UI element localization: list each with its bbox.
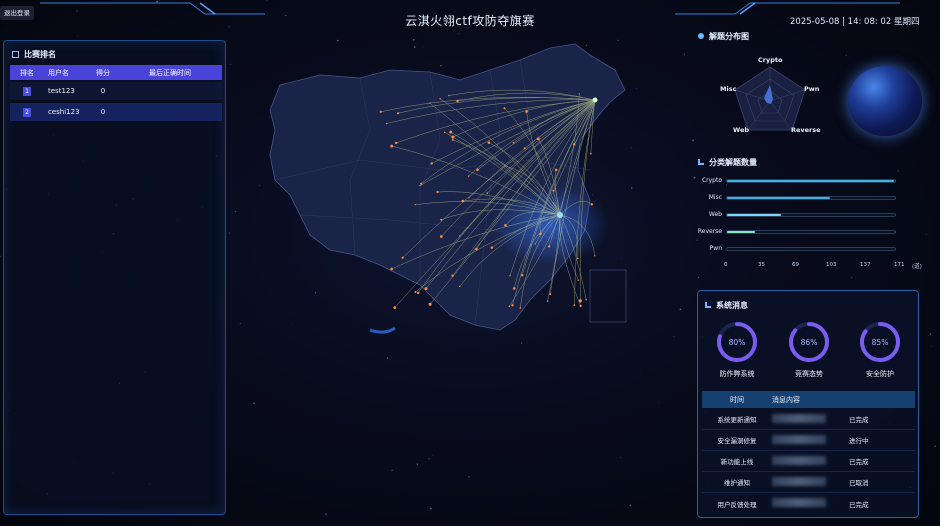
user-name: test123 (48, 87, 75, 95)
user-name: ceshi123 (48, 108, 80, 116)
table-row[interactable]: 系统更新通知 已完成 (702, 409, 915, 430)
x-tick-label: 69 (792, 262, 799, 268)
bar-label-web: Web (708, 211, 722, 218)
radar-label-misc: Misc (720, 85, 737, 93)
col-time: 最后正确时间 (149, 68, 191, 77)
ranking-title-text: 比赛排名 (24, 50, 56, 59)
bar-track (726, 196, 896, 200)
radar-label-reverse: Reverse (791, 126, 821, 134)
redacted-content (772, 498, 826, 507)
message-table-header: 时间 消息内容 (702, 391, 915, 408)
system-message-title: 系统消息 (705, 300, 748, 311)
message-type: 维护通知 (724, 479, 750, 487)
redacted-content (772, 434, 826, 444)
bar-track (726, 213, 896, 217)
redacted-content (772, 413, 826, 423)
category-chart-title: 分类解题数量 (698, 157, 757, 168)
ranking-title: 比赛排名 (12, 49, 56, 60)
logout-button[interactable]: 退出登录 (0, 6, 34, 20)
message-type: 用户反馈处理 (717, 500, 757, 509)
message-type: 新功能上线 (720, 458, 754, 466)
gauge-label: 竞赛态势 (795, 370, 823, 378)
user-score: 0 (100, 108, 106, 116)
gauge-value: 85% (871, 338, 889, 347)
china-attack-map (269, 43, 627, 334)
table-row[interactable]: 新功能上线 已完成 (702, 451, 915, 472)
col-time: 时间 (730, 395, 744, 404)
x-tick-label: 171 (894, 262, 905, 268)
radar-label-pwn: Pwn (804, 85, 820, 93)
ranking-panel: 比赛排名 排名 用户名 得分 最后正确时间 1 test123 0 2 cesh… (3, 40, 226, 515)
bar-reverse (727, 231, 755, 233)
earth-globe-image (848, 66, 922, 136)
chart-icon (705, 302, 711, 308)
datetime-display: 2025-05-08 | 14: 08: 02 星期四 (790, 17, 920, 27)
message-status: 已完成 (849, 500, 869, 509)
x-tick-label: 0 (724, 262, 728, 268)
bar-web (727, 214, 782, 216)
gauge-value: 80% (728, 338, 746, 347)
rank-badge: 2 (23, 107, 31, 117)
radar-label-crypto: Crypto (758, 56, 783, 64)
rank-badge: 1 (23, 86, 31, 96)
message-status: 已完成 (849, 458, 869, 466)
x-tick-label: 35 (758, 262, 765, 268)
bar-label-reverse: Reverse (697, 228, 722, 235)
gauge-label: 防作弊系统 (719, 370, 755, 378)
bar-crypto (727, 180, 895, 182)
bar-misc (727, 197, 831, 199)
user-score: 0 (100, 87, 106, 95)
x-tick-label: 137 (860, 262, 871, 268)
bar-track (726, 230, 896, 234)
bar-track (726, 247, 896, 251)
message-status: 进行中 (849, 437, 869, 445)
table-row[interactable]: 维护通知 已取消 (702, 472, 915, 493)
table-row[interactable]: 安全漏洞修复 进行中 (702, 430, 915, 451)
col-user: 用户名 (48, 68, 69, 77)
col-score: 得分 (96, 68, 110, 77)
redacted-content (772, 476, 826, 486)
table-row[interactable]: 2 ceshi123 0 (10, 103, 222, 121)
axis-unit-label: (道) (912, 264, 922, 270)
col-content: 消息内容 (772, 395, 800, 404)
message-status: 已取消 (849, 479, 869, 487)
bar-label-crypto: Crypto (701, 177, 722, 184)
gauge-value: 86% (800, 338, 818, 347)
message-type: 系统更新通知 (717, 416, 757, 424)
table-row[interactable]: 1 test123 0 (10, 82, 222, 100)
category-chart-title-text: 分类解题数量 (709, 158, 757, 167)
message-type: 安全漏洞修复 (717, 437, 757, 445)
message-status: 已完成 (849, 416, 869, 424)
table-row[interactable]: 用户反馈处理 已完成 (702, 493, 915, 514)
page-title: 云淇火翎ctf攻防夺旗赛 (405, 14, 535, 28)
bar-chart-icon (698, 159, 704, 165)
radar-label-web: Web (733, 126, 749, 134)
bar-label-pwn: Pwn (709, 245, 722, 252)
radar-title: 解题分布图 (698, 31, 749, 42)
ranking-table-header: 排名 用户名 得分 最后正确时间 (10, 65, 222, 80)
col-rank: 排名 (20, 68, 34, 77)
map-landmass (269, 43, 626, 331)
x-tick-label: 103 (826, 262, 837, 268)
gauge-label: 安全防护 (866, 370, 894, 378)
radar-title-text: 解题分布图 (709, 32, 749, 41)
redacted-content (772, 455, 826, 465)
pie-icon (698, 33, 704, 39)
bar-track (726, 179, 896, 183)
system-message-title-text: 系统消息 (716, 301, 748, 310)
list-icon (12, 51, 19, 58)
bar-label-misc: Misc (708, 194, 722, 201)
